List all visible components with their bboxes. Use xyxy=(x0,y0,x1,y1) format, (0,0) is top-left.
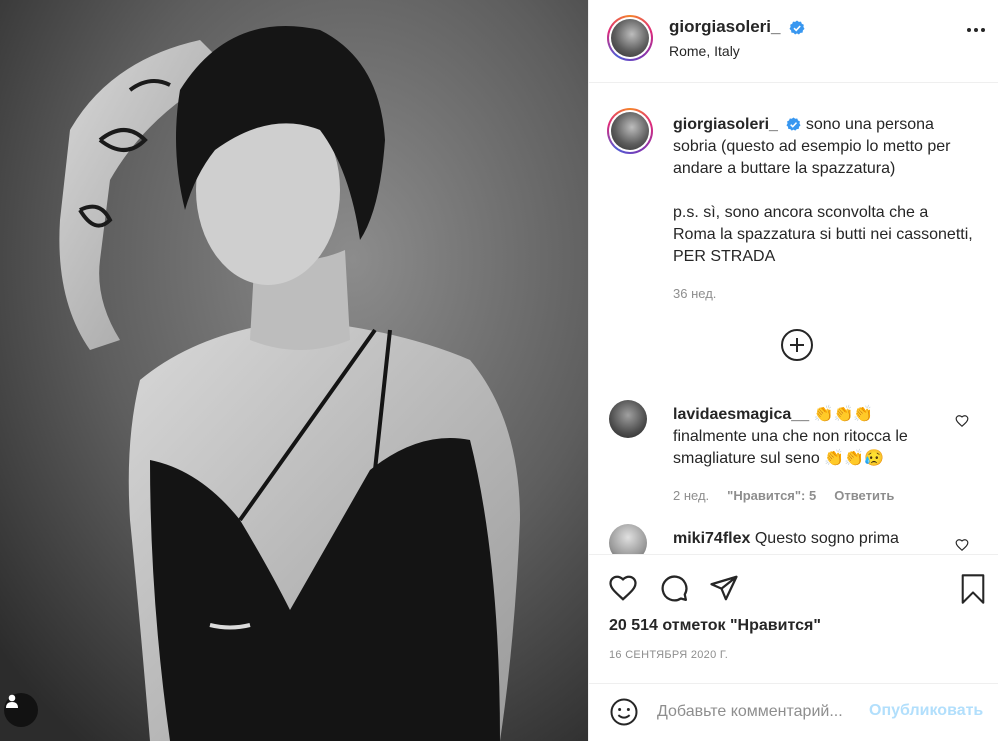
comments-section[interactable]: giorgiasoleri_ sono una persona sobria (… xyxy=(589,84,998,554)
paper-plane-icon[interactable] xyxy=(709,573,739,603)
post-location[interactable]: Rome, Italy xyxy=(669,43,740,59)
commenter-username[interactable]: miki74flex xyxy=(673,530,750,547)
emoji-icon[interactable] xyxy=(609,697,639,727)
post-date: 16 СЕНТЯБРЯ 2020 Г. xyxy=(609,649,729,661)
comment-body: Questo sogno prima xyxy=(754,530,899,547)
post-header: giorgiasoleri_ Rome, Italy xyxy=(589,0,998,83)
post-actions: 20 514 отметок "Нравится" 16 СЕНТЯБРЯ 20… xyxy=(589,554,998,682)
comment-like-count[interactable]: "Нравится": 5 xyxy=(727,488,816,503)
commenter-username[interactable]: lavidaesmagica__ xyxy=(673,406,809,423)
verified-badge-icon xyxy=(789,20,805,35)
comment-reply-button[interactable]: Ответить xyxy=(834,488,894,503)
author-username[interactable]: giorgiasoleri_ xyxy=(669,17,780,36)
user-tag-icon[interactable] xyxy=(4,693,38,727)
commenter-avatar[interactable] xyxy=(609,524,647,554)
caption-username[interactable]: giorgiasoleri_ xyxy=(673,116,778,133)
comment-input[interactable] xyxy=(657,696,867,728)
commenter-avatar[interactable] xyxy=(609,400,647,438)
comment-meta: 2 нед. "Нравится": 5 Ответить xyxy=(673,488,894,503)
comment-text: lavidaesmagica__ 👏👏👏 finalmente una che … xyxy=(673,404,948,470)
publish-button[interactable]: Опубликовать xyxy=(869,702,983,720)
more-options-icon[interactable] xyxy=(967,28,985,32)
verified-badge-icon xyxy=(786,117,801,131)
plus-circle-icon[interactable] xyxy=(781,329,813,361)
comment-emoji: 👏👏👏 xyxy=(813,406,874,423)
comment-timestamp[interactable]: 2 нед. xyxy=(673,488,709,503)
comment-icon[interactable] xyxy=(659,573,689,603)
bookmark-icon[interactable] xyxy=(959,573,987,605)
caption-text-block: giorgiasoleri_ sono una persona sobria (… xyxy=(673,114,973,268)
post-photo[interactable] xyxy=(0,0,588,741)
add-comment-bar: Опубликовать xyxy=(589,683,998,741)
comment-heart-icon[interactable] xyxy=(955,414,969,428)
photo-illustration xyxy=(0,0,588,741)
post-side-panel: giorgiasoleri_ Rome, Italy giorgiasoleri… xyxy=(588,0,998,741)
comment-text: miki74flex Questo sogno prima xyxy=(673,528,948,550)
heart-icon[interactable] xyxy=(607,573,639,603)
author-username-row[interactable]: giorgiasoleri_ xyxy=(669,17,805,37)
comment-emoji-end: 👏👏😥 xyxy=(824,450,884,467)
caption-ps: p.s. sì, sono ancora sconvolta che a Rom… xyxy=(673,204,973,265)
caption-timestamp[interactable]: 36 нед. xyxy=(673,286,716,301)
like-count[interactable]: 20 514 отметок "Нравится" xyxy=(609,617,821,635)
caption-author-avatar[interactable] xyxy=(607,108,653,154)
comment-heart-icon[interactable] xyxy=(955,538,969,552)
author-avatar[interactable] xyxy=(607,15,653,61)
